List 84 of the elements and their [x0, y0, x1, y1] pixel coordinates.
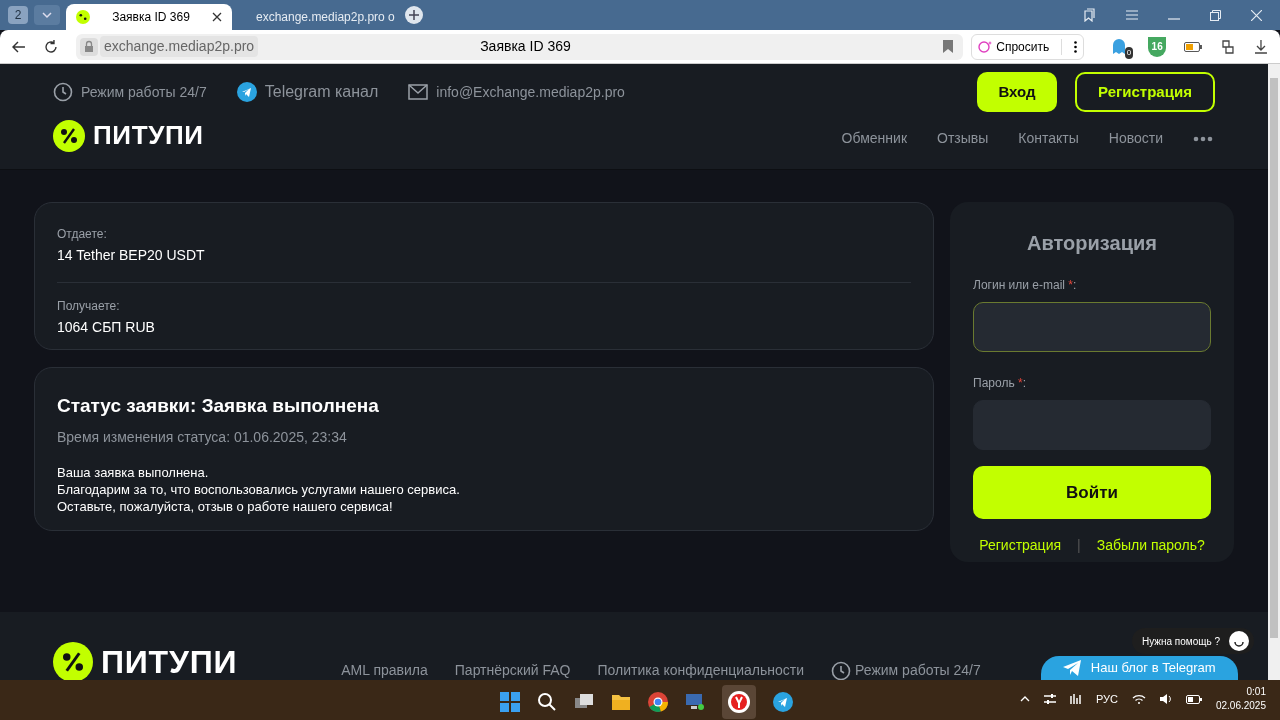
language-indicator[interactable]: РУС [1095, 690, 1118, 708]
clock-date[interactable]: 02.06.2025 [1215, 699, 1266, 713]
logo-icon [53, 642, 93, 680]
nav-link[interactable]: Новости [1108, 128, 1163, 149]
email-link[interactable]: info@Exchange.mediap2p.pro [436, 81, 625, 103]
login-button[interactable]: Вход [977, 72, 1057, 112]
audio-bars-icon[interactable] [1069, 694, 1082, 704]
telegram-link[interactable]: Telegram канал [264, 80, 379, 104]
clock-icon [831, 660, 852, 680]
footer-link[interactable]: Политика конфиденциальности [597, 660, 805, 680]
field-value: 1064 СБП RUB [57, 318, 156, 337]
message-line: Оставьте, пожалуйста, отзыв о работе нашего сервиса! [57, 497, 394, 515]
working-hours: Режим работы 24/7 [81, 82, 207, 102]
collections-icon[interactable] [1082, 8, 1096, 22]
logo-icon [53, 119, 85, 152]
working-hours: Режим работы 24/7 [855, 661, 981, 680]
bookmark-icon[interactable] [943, 40, 954, 53]
nav-link[interactable]: Контакты [1018, 128, 1079, 149]
field-label: Пароль *: [973, 376, 1026, 390]
chevron-up-icon[interactable] [1019, 696, 1030, 702]
status-title: Статус заявки: Заявка выполнена [57, 394, 380, 418]
speaker-icon[interactable] [1159, 694, 1172, 704]
back-icon[interactable] [12, 40, 26, 53]
computer-icon[interactable] [685, 692, 705, 712]
chat-sparkle-icon [978, 39, 993, 54]
submit-button[interactable]: Войти [973, 466, 1211, 519]
paper-plane-icon [1062, 660, 1081, 676]
register-button[interactable]: Регистрация [1075, 72, 1215, 112]
status-time: Время изменения статуса: 01.06.2025, 23:34 [57, 427, 348, 447]
more-icon[interactable] [1193, 135, 1213, 142]
browser-tab[interactable]: Заявка ID 369 [66, 4, 232, 30]
logo-text[interactable]: ПИТУПИ [93, 116, 204, 155]
logo-icon [76, 10, 90, 24]
nav-link[interactable]: Отзывы [937, 128, 989, 149]
new-tab-icon[interactable] [404, 5, 424, 25]
folder-icon[interactable] [611, 692, 631, 712]
message-line: Ваша заявка выполнена. [57, 463, 210, 481]
telegram-icon[interactable] [773, 692, 793, 712]
tab-group-button[interactable]: 2 [8, 6, 28, 24]
wifi-icon[interactable] [1131, 694, 1146, 704]
badge-count: 0 [1124, 46, 1134, 59]
lock-icon [79, 37, 98, 56]
search-icon[interactable] [537, 692, 557, 712]
clock-time[interactable]: 0:01 [1246, 685, 1266, 699]
input-field[interactable] [973, 302, 1211, 352]
reload-icon[interactable] [43, 39, 58, 54]
field-value: 14 Tether BEP20 USDT [57, 246, 206, 265]
logo-text[interactable]: ПИТУПИ [101, 638, 238, 680]
settings-sliders-icon[interactable] [1043, 694, 1056, 704]
browser-tab[interactable]: exchange.mediap2p.pro o [238, 4, 398, 30]
battery-icon[interactable] [1185, 694, 1202, 704]
extensions-icon[interactable] [1220, 38, 1237, 55]
tab-title: exchange.mediap2p.pro o [256, 9, 395, 26]
field-label: Логин или e-mail *: [973, 278, 1077, 292]
field-label: Отдаете: [57, 226, 108, 243]
yandex-browser-icon[interactable] [722, 685, 756, 719]
start-icon[interactable] [500, 692, 520, 712]
chat-icon [1228, 630, 1250, 652]
nav-link[interactable]: Обменник [841, 128, 907, 149]
footer-link[interactable]: AML правила [341, 660, 428, 680]
address-bar[interactable]: exchange.mediap2p.pro Заявка ID 369 [75, 33, 964, 60]
scrollbar[interactable] [1268, 64, 1280, 680]
more-vertical-icon[interactable] [1074, 40, 1078, 53]
battery-icon[interactable] [1184, 41, 1203, 52]
close-icon[interactable] [212, 12, 222, 22]
mail-icon [408, 84, 429, 100]
page-title: Заявка ID 369 [480, 37, 572, 56]
tab-title: Заявка ID 369 [111, 9, 191, 26]
chrome-icon[interactable] [648, 692, 668, 712]
register-link[interactable]: Регистрация [979, 535, 1062, 556]
clock-icon [53, 82, 73, 102]
telegram-icon [236, 82, 257, 102]
footer-link[interactable]: Партнёрский FAQ [454, 660, 571, 680]
message-line: Благодарим за то, что воспользовались услугами нашего сервиса. [57, 480, 461, 498]
help-chat-button[interactable]: Нужна помощь ? [1131, 628, 1254, 654]
forgot-password-link[interactable]: Забыли пароль? [1096, 535, 1205, 556]
ghost-extension[interactable]: 0 [1110, 36, 1131, 57]
url-text: exchange.mediap2p.pro [99, 36, 259, 57]
ask-button[interactable]: Спросить [971, 33, 1085, 60]
auth-title: Авторизация [1026, 231, 1158, 256]
restore-icon[interactable] [1210, 9, 1221, 21]
download-icon[interactable] [1254, 39, 1268, 54]
separator: | [1077, 536, 1081, 555]
field-label: Получаете: [57, 298, 121, 315]
